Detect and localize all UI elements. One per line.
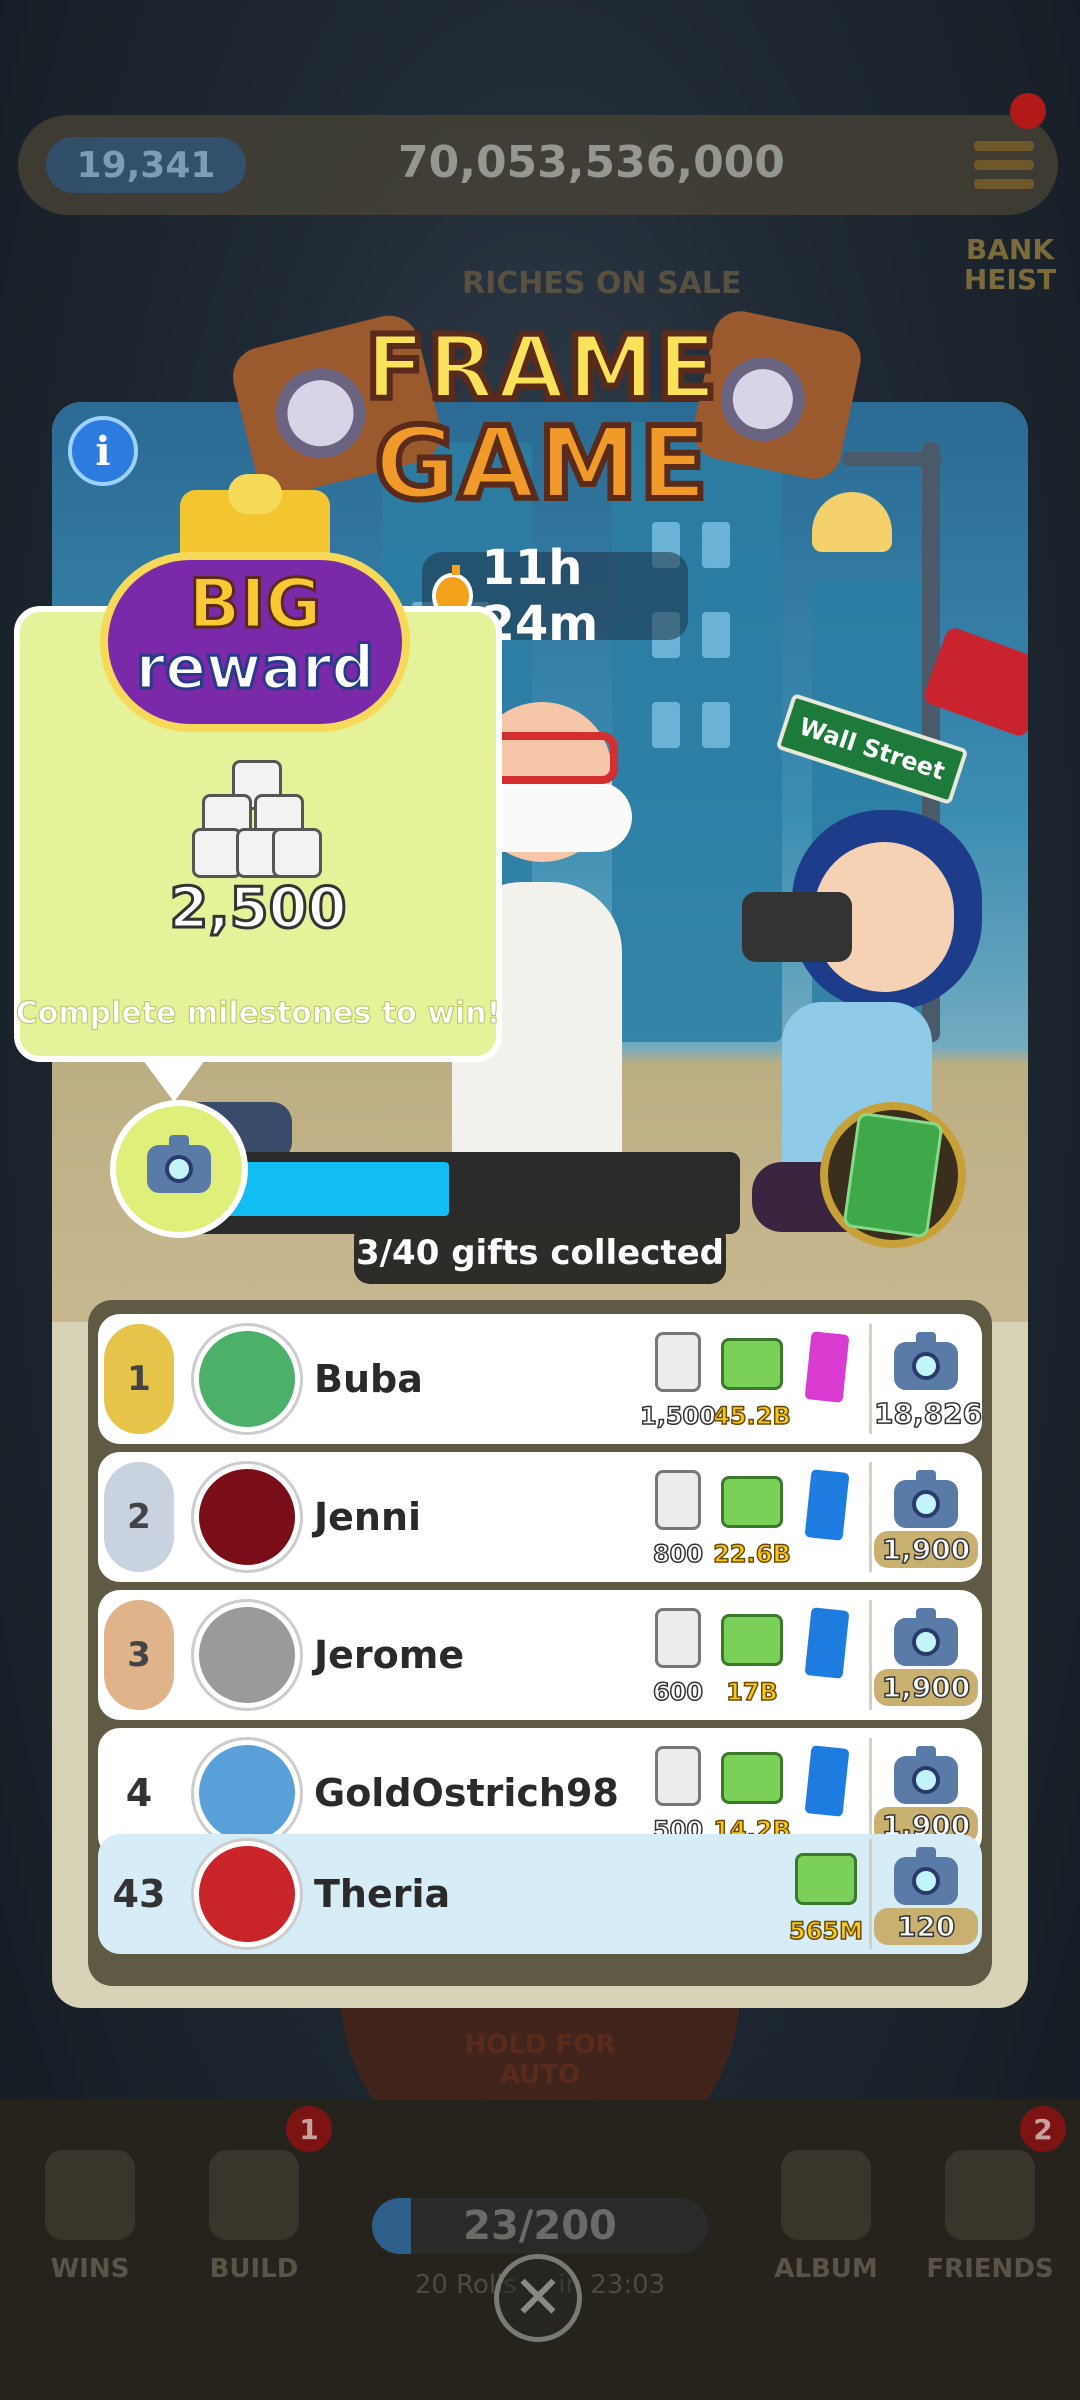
leaderboard-row[interactable]: 1 Buba 1,500 45.2B 18,826	[98, 1314, 983, 1444]
player-name: Theria	[314, 1872, 451, 1916]
nav-friends-label: FRIENDS	[926, 2254, 1054, 2284]
sticker-pack-icon	[801, 1465, 853, 1545]
cash-icon	[721, 1614, 783, 1666]
nav-build-label: BUILD	[209, 2254, 299, 2284]
sticker-pack-icon	[801, 1603, 853, 1683]
event-title-line1: FRAME	[362, 316, 720, 419]
camera-icon	[894, 1332, 958, 1390]
cash-icon	[721, 1752, 783, 1804]
player-name: Jerome	[314, 1633, 465, 1677]
camera-icon	[110, 1100, 248, 1238]
avatar	[194, 1326, 300, 1432]
cash-prize: 14.2B	[712, 1738, 792, 1848]
points-score: 1,900	[874, 1738, 978, 1848]
hammer-icon	[209, 2150, 299, 2240]
top-status-bar: 19,341 70,053,536,000	[18, 115, 1058, 215]
player-name: GoldOstrich98	[314, 1771, 619, 1815]
dice-prize: 600	[641, 1600, 715, 1710]
camera-icon	[742, 892, 852, 962]
nav-album-label: ALBUM	[774, 2254, 878, 2284]
bank-heist-label: BANK HEIST	[963, 233, 1057, 296]
nav-wins[interactable]: WINS	[20, 2150, 160, 2284]
avatar	[194, 1464, 300, 1570]
nav-album[interactable]: ALBUM	[756, 2150, 896, 2284]
big-reward-badge-line2: reward	[134, 633, 376, 703]
cash-icon	[795, 1853, 857, 1905]
dice-icon	[655, 1746, 701, 1806]
camera-icon	[894, 1847, 958, 1905]
sticker-pack-icon	[801, 1327, 853, 1407]
cash-counter: 70,053,536,000	[398, 137, 785, 188]
my-leaderboard-row[interactable]: 43 Theria 565M 120	[98, 1834, 982, 1954]
info-button[interactable]: i	[68, 416, 138, 486]
menu-icon[interactable]	[974, 141, 1034, 189]
points-score: 1,900	[874, 1462, 978, 1572]
camera-icon	[894, 1470, 958, 1528]
roll-meter-label: 23/200	[463, 2203, 617, 2249]
rank-number: 4	[125, 1771, 153, 1815]
nav-friends[interactable]: FRIENDS	[920, 2150, 1060, 2284]
points-score: 120	[874, 1839, 978, 1949]
player-name: Jenni	[314, 1495, 422, 1539]
cash-prize: 17B	[715, 1600, 789, 1710]
friends-badge: 2	[1020, 2106, 1066, 2152]
clipboard-icon	[45, 2150, 135, 2240]
dice-prize: 800	[641, 1462, 715, 1572]
cash-icon	[721, 1476, 783, 1528]
sticker-pack-prize	[789, 1324, 863, 1434]
close-button[interactable]: ✕	[494, 2254, 582, 2342]
roll-meter: 23/200	[372, 2198, 708, 2254]
cash-prize: 45.2B	[712, 1324, 792, 1434]
dice-icon	[655, 1332, 701, 1392]
rolls-counter: 19,341	[46, 137, 246, 193]
album-icon	[781, 2150, 871, 2240]
dice-icon	[655, 1470, 701, 1530]
notification-dot	[1010, 93, 1046, 129]
silver-trophy-icon: 2	[104, 1462, 174, 1572]
big-reward-amount: 2,500	[168, 875, 348, 943]
big-reward-badge-line1: BIG	[187, 565, 323, 644]
cash-prize: 22.6B	[712, 1462, 792, 1572]
big-reward-note: Complete milestones to win!	[15, 996, 501, 1032]
sticker-pack-icon[interactable]	[820, 1102, 966, 1248]
leaderboard-row[interactable]: 2 Jenni 800 22.6B 1,900	[98, 1452, 982, 1582]
points-score: 18,826	[873, 1324, 983, 1434]
avatar	[194, 1740, 300, 1846]
camera-icon	[894, 1608, 958, 1666]
cash-prize: 565M	[788, 1839, 864, 1949]
dice-stack-icon	[192, 760, 322, 880]
points-score: 1,900	[874, 1600, 978, 1710]
sticker-pack-icon	[801, 1741, 853, 1821]
dice-prize: 500	[641, 1738, 715, 1848]
leaderboard-row[interactable]: 3 Jerome 600 17B 1,900	[98, 1590, 982, 1720]
nav-build[interactable]: BUILD	[184, 2150, 324, 2284]
gold-trophy-icon: 1	[104, 1324, 174, 1434]
big-reward-badge: BIG reward	[100, 474, 410, 740]
player-name: Buba	[314, 1357, 423, 1401]
leaderboard: 1 Buba 1,500 45.2B 18,826 2 Jenni 800 22…	[88, 1300, 992, 1986]
sticker-pack-prize	[789, 1600, 863, 1710]
rank-number: 43	[112, 1872, 166, 1916]
handshake-icon	[945, 2150, 1035, 2240]
dice-prize: 1,500	[639, 1324, 717, 1434]
avatar	[194, 1602, 300, 1708]
timer-label: 11h 24m	[481, 540, 599, 652]
camera-icon	[894, 1746, 958, 1804]
nav-wins-label: WINS	[50, 2254, 130, 2284]
riches-on-sale-label: RICHES ON SALE	[462, 266, 742, 301]
gifts-collected-label: 3/40 gifts collected	[354, 1222, 726, 1284]
bronze-trophy-icon: 3	[104, 1600, 174, 1710]
dice-icon	[655, 1608, 701, 1668]
avatar	[194, 1841, 300, 1947]
hold-for-auto-label: HOLD FOR AUTO	[464, 2030, 616, 2090]
sticker-pack-prize	[789, 1738, 863, 1848]
sticker-pack-prize	[789, 1462, 863, 1572]
build-badge: 1	[286, 2106, 332, 2152]
cash-icon	[721, 1338, 783, 1390]
